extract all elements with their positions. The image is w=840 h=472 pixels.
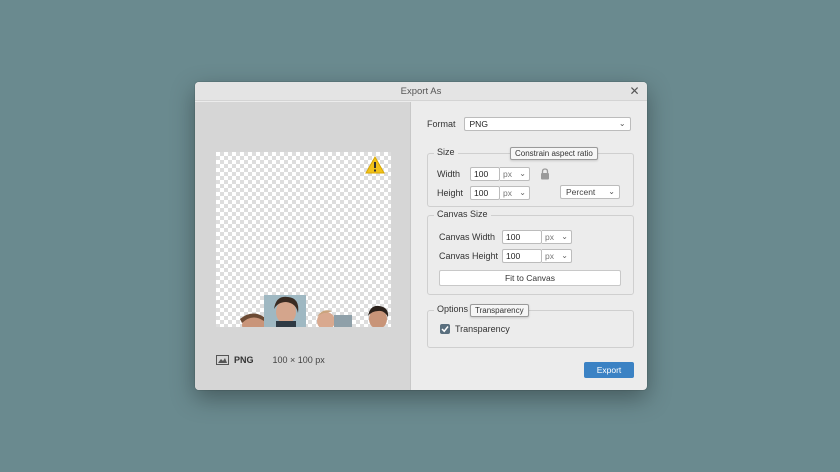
fit-to-canvas-button[interactable]: Fit to Canvas xyxy=(439,270,621,286)
canvas-height-unit: px xyxy=(545,251,554,261)
height-unit-select[interactable]: px ⌄ xyxy=(500,186,530,200)
chevron-down-icon: ⌄ xyxy=(519,169,526,178)
transparency-row[interactable]: Transparency xyxy=(440,324,510,334)
canvas-width-unit: px xyxy=(545,232,554,242)
settings-pane: Format PNG ⌄ Size Constrain aspect ratio… xyxy=(412,102,647,390)
width-label: Width xyxy=(437,169,461,179)
chevron-down-icon: ⌄ xyxy=(608,187,615,196)
constrain-tooltip: Constrain aspect ratio xyxy=(510,147,598,160)
width-unit: px xyxy=(503,169,512,179)
height-row: Height 100 px ⌄ xyxy=(437,186,530,200)
transparency-tooltip: Transparency xyxy=(470,304,529,317)
canvas-width-input[interactable]: 100 xyxy=(502,230,542,244)
canvas-size-title: Canvas Size xyxy=(434,209,491,219)
format-row: Format PNG ⌄ xyxy=(427,117,631,131)
canvas-height-input[interactable]: 100 xyxy=(502,249,542,263)
dialog-titlebar: Export As ✕ xyxy=(195,82,647,101)
chevron-down-icon: ⌄ xyxy=(519,188,526,197)
format-select[interactable]: PNG ⌄ xyxy=(463,117,631,131)
export-button[interactable]: Export xyxy=(584,362,634,378)
options-title: Options xyxy=(434,304,472,314)
scale-mode-value: Percent xyxy=(566,187,596,197)
width-unit-select[interactable]: px ⌄ xyxy=(500,167,530,181)
size-title: Size xyxy=(434,147,458,157)
export-as-dialog: Export As ✕ PNG 100 × 100 px Format PNG … xyxy=(195,82,647,390)
transparency-label: Transparency xyxy=(455,324,510,334)
canvas-height-label: Canvas Height xyxy=(439,251,499,261)
preview-format: PNG xyxy=(234,355,254,365)
canvas-height-unit-select[interactable]: px ⌄ xyxy=(542,249,572,263)
image-icon xyxy=(216,355,229,365)
canvas-width-unit-select[interactable]: px ⌄ xyxy=(542,230,572,244)
dialog-title: Export As xyxy=(400,86,442,97)
photo-fragment-4 xyxy=(368,305,389,327)
height-label: Height xyxy=(437,188,464,198)
checkmark-icon xyxy=(441,326,449,333)
preview-pane: PNG 100 × 100 px xyxy=(195,102,411,390)
height-input[interactable]: 100 xyxy=(470,186,500,200)
format-label: Format xyxy=(427,119,456,129)
chevron-down-icon: ⌄ xyxy=(618,119,626,128)
canvas-width-label: Canvas Width xyxy=(439,232,496,242)
format-value: PNG xyxy=(469,119,488,129)
chevron-down-icon: ⌄ xyxy=(561,251,568,260)
canvas-size-group: Canvas Size Canvas Width 100 px ⌄ Canvas… xyxy=(427,209,634,295)
canvas-width-row: Canvas Width 100 px ⌄ xyxy=(439,230,572,244)
size-group: Size Constrain aspect ratio Width 100 px… xyxy=(427,147,634,207)
file-info: PNG 100 × 100 px xyxy=(216,354,325,366)
chevron-down-icon: ⌄ xyxy=(561,232,568,241)
width-row: Width 100 px ⌄ xyxy=(437,167,530,181)
photo-fragment-2 xyxy=(264,295,306,327)
preview-dimensions: 100 × 100 px xyxy=(272,355,325,365)
transparency-checkbox[interactable] xyxy=(440,324,450,334)
image-preview xyxy=(216,152,391,327)
photo-fragment-3 xyxy=(317,310,352,327)
width-input[interactable]: 100 xyxy=(470,167,500,181)
lock-icon[interactable] xyxy=(540,168,550,180)
scale-mode-select[interactable]: Percent ⌄ xyxy=(560,185,620,199)
canvas-height-row: Canvas Height 100 px ⌄ xyxy=(439,249,572,263)
close-icon[interactable]: ✕ xyxy=(628,85,641,98)
options-group: Options Transparency Transparency xyxy=(427,304,634,348)
height-unit: px xyxy=(503,188,512,198)
photo-fragment-1 xyxy=(240,313,266,327)
warning-icon xyxy=(365,156,385,174)
